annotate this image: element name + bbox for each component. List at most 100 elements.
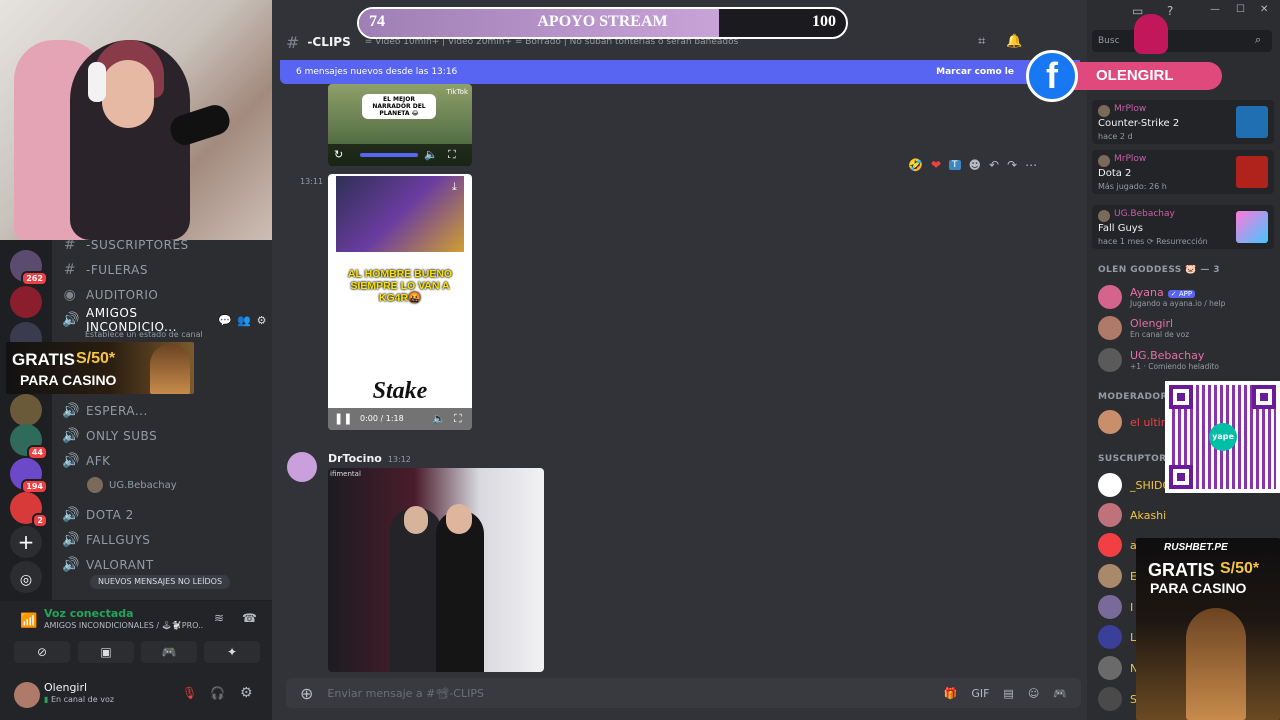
server-icon[interactable]: 2 (10, 492, 48, 528)
member-item[interactable]: _SHIDO (1098, 472, 1171, 498)
server-icon[interactable]: 262 (10, 250, 48, 286)
server-icon[interactable] (10, 394, 42, 426)
activity-card[interactable]: UG.Bebachay Fall Guys hace 1 mes ⟳ Resur… (1092, 205, 1274, 249)
server-icon[interactable] (10, 286, 42, 318)
threads-icon[interactable]: ⌗ (978, 34, 985, 49)
disconnect-icon[interactable]: ☎ (242, 611, 257, 625)
channel-espera[interactable]: 🔊 ESPERA... (62, 400, 267, 422)
member-item[interactable]: E (1098, 563, 1137, 589)
search-input[interactable]: Busc (1092, 30, 1272, 52)
message-input[interactable]: Enviar mensaje a #📽-CLIPS (327, 687, 484, 700)
channel-fallguys[interactable]: 🔊 FALLGUYS (62, 529, 267, 551)
deafen-icon[interactable]: 🎧 (210, 686, 225, 700)
channel-only-subs[interactable]: 🔊 ONLY SUBS (62, 425, 267, 447)
channel-fuleras[interactable]: # -FULERAS (62, 259, 267, 281)
camera-button[interactable]: ⊘ (14, 641, 70, 663)
replay-icon[interactable]: ↻ (334, 148, 343, 161)
close-button[interactable]: ✕ (1260, 4, 1268, 15)
new-messages-bar[interactable]: 6 mensajes nuevos desde las 13:16 Marcar… (280, 60, 1080, 84)
member-item[interactable]: Akashi (1098, 502, 1166, 528)
activity-card[interactable]: MrPlow Dota 2 Más jugado: 26 h (1092, 150, 1274, 194)
add-reaction-icon[interactable]: ☻ (969, 158, 982, 172)
member-item[interactable]: I (1098, 594, 1133, 620)
member-item[interactable]: el ultim (1098, 409, 1171, 435)
member-name: Olengirl (1130, 317, 1174, 330)
channel-name: DOTA 2 (86, 508, 134, 522)
fullscreen-icon[interactable]: ⛶ (454, 412, 462, 426)
member-item[interactable]: S (1098, 686, 1137, 712)
chat-bubble-icon[interactable]: 💬 (218, 314, 232, 327)
activities-button[interactable]: 🎮 (141, 641, 197, 663)
pause-icon[interactable]: ❚❚ (334, 412, 352, 425)
unread-messages-pill[interactable]: NUEVOS MENSAJES NO LEÍDOS (90, 575, 231, 589)
search-icon[interactable]: ⌕ (1255, 33, 1261, 47)
message-composer[interactable]: ⊕ Enviar mensaje a #📽-CLIPS 🎁 GIF ▤ ☺ 🎮 (286, 678, 1081, 708)
sticker-icon[interactable]: ▤ (1003, 687, 1013, 700)
invite-icon[interactable]: 👥 (237, 314, 251, 327)
discover-button[interactable]: ◎ (10, 561, 42, 593)
author-name[interactable]: DrTocino (328, 452, 382, 465)
volume-icon[interactable]: 🔈 (432, 412, 446, 425)
video-overlay-text: AL HOMBRE BUENO SIEMPRE LO VAN A KG4R🤬 (347, 268, 453, 304)
screen-share-button[interactable]: ▣ (78, 641, 134, 663)
video-embed-2[interactable]: ⤓ AL HOMBRE BUENO SIEMPRE LO VAN A KG4R🤬… (328, 174, 472, 430)
soundboard-button[interactable]: ✦ (204, 641, 260, 663)
member-item[interactable]: Olengirl En canal de voz (1098, 315, 1189, 341)
voice-user[interactable]: UG.Bebachay (87, 475, 177, 495)
laugh-emoji-icon[interactable]: 🤣 (908, 158, 923, 172)
mic-muted-icon[interactable]: 🎙 (182, 686, 197, 700)
channel-valorant[interactable]: 🔊 VALORANT (62, 554, 267, 576)
more-icon[interactable]: ⋯ (1025, 158, 1037, 172)
voice-channel-name[interactable]: AMIGOS INCONDICIONALES / 🕹🐩PRO... (44, 621, 204, 630)
member-item[interactable]: UG.Bebachay +1 · Comiendo heladito (1098, 347, 1219, 373)
apps-icon[interactable]: 🎮 (1053, 687, 1067, 700)
server-icon[interactable]: 44 (10, 424, 48, 460)
volume-icon[interactable]: 🔈 (424, 148, 438, 161)
video-embed-1[interactable]: EL MEJOR NARRADOR DEL PLANETA 😂 TikTok ↻… (328, 84, 472, 166)
activity-card[interactable]: MrPlow Counter-Strike 2 hace 2 d (1092, 100, 1274, 144)
member-item[interactable]: Ayana ✓ APP Jugando a ayana.io / help (1098, 284, 1225, 310)
channel-amigos-incondicionales[interactable]: 🔊 AMIGOS INCONDICIO... 💬 👥 ⚙ (62, 306, 267, 334)
heart-emoji-icon[interactable]: ❤ (931, 158, 941, 172)
server-icon[interactable]: 194 (10, 458, 48, 494)
translate-icon[interactable]: T (949, 160, 961, 170)
mark-as-read-button[interactable]: Marcar como le (936, 67, 1014, 77)
facebook-badge: OLENGIRL f (1026, 14, 1222, 102)
minimize-button[interactable]: — (1210, 4, 1220, 15)
avatar[interactable] (14, 682, 40, 708)
member-item[interactable]: N (1098, 655, 1138, 681)
download-icon[interactable]: ⤓ (452, 180, 457, 194)
noise-suppression-icon[interactable]: ≋ (214, 611, 224, 625)
member-group-header: SUSCRIPTORE (1098, 454, 1174, 464)
channel-auditorio[interactable]: ◉ AUDITORIO (62, 284, 267, 306)
avatar[interactable] (287, 452, 317, 482)
progress-bar[interactable] (360, 153, 418, 157)
add-server-button[interactable]: + (10, 526, 42, 558)
activity-meta: hace 1 mes ⟳ Resurrección (1098, 237, 1208, 246)
gear-icon[interactable]: ⚙ (240, 685, 253, 701)
member-item[interactable]: L (1098, 624, 1136, 650)
member-status: En canal de voz (1130, 330, 1190, 339)
avatar (1098, 155, 1110, 167)
message-toolbar: 🤣 ❤ T ☻ ↶ ↷ ⋯ (908, 154, 1037, 176)
channel-status-hint[interactable]: Establece un estado de canal (85, 330, 203, 339)
channel-dota-2[interactable]: 🔊 DOTA 2 (62, 504, 267, 526)
channel-afk[interactable]: 🔊 AFK (62, 450, 267, 472)
maximize-button[interactable]: ☐ (1236, 4, 1245, 15)
help-icon[interactable]: ? (1167, 4, 1173, 18)
plus-icon[interactable]: ⊕ (300, 684, 313, 703)
gif-icon[interactable]: GIF (971, 687, 989, 700)
gift-icon[interactable]: 🎁 (944, 687, 958, 700)
forward-icon[interactable]: ↷ (1007, 158, 1017, 172)
gear-icon[interactable]: ⚙ (257, 314, 267, 327)
fullscreen-icon[interactable]: ⛶ (448, 148, 456, 162)
reply-icon[interactable]: ↶ (989, 158, 999, 172)
channel-name: -FULERAS (86, 263, 148, 277)
support-label: APOYO STREAM (537, 13, 668, 30)
speaker-icon: 🔊 (62, 532, 80, 548)
emoji-icon[interactable]: ☺ (1028, 687, 1039, 700)
member-item[interactable]: a (1098, 532, 1137, 558)
bell-icon[interactable]: 🔔 (1006, 34, 1022, 49)
image-attachment[interactable]: ifimental (328, 468, 544, 672)
facebook-name: OLENGIRL (1054, 62, 1222, 90)
